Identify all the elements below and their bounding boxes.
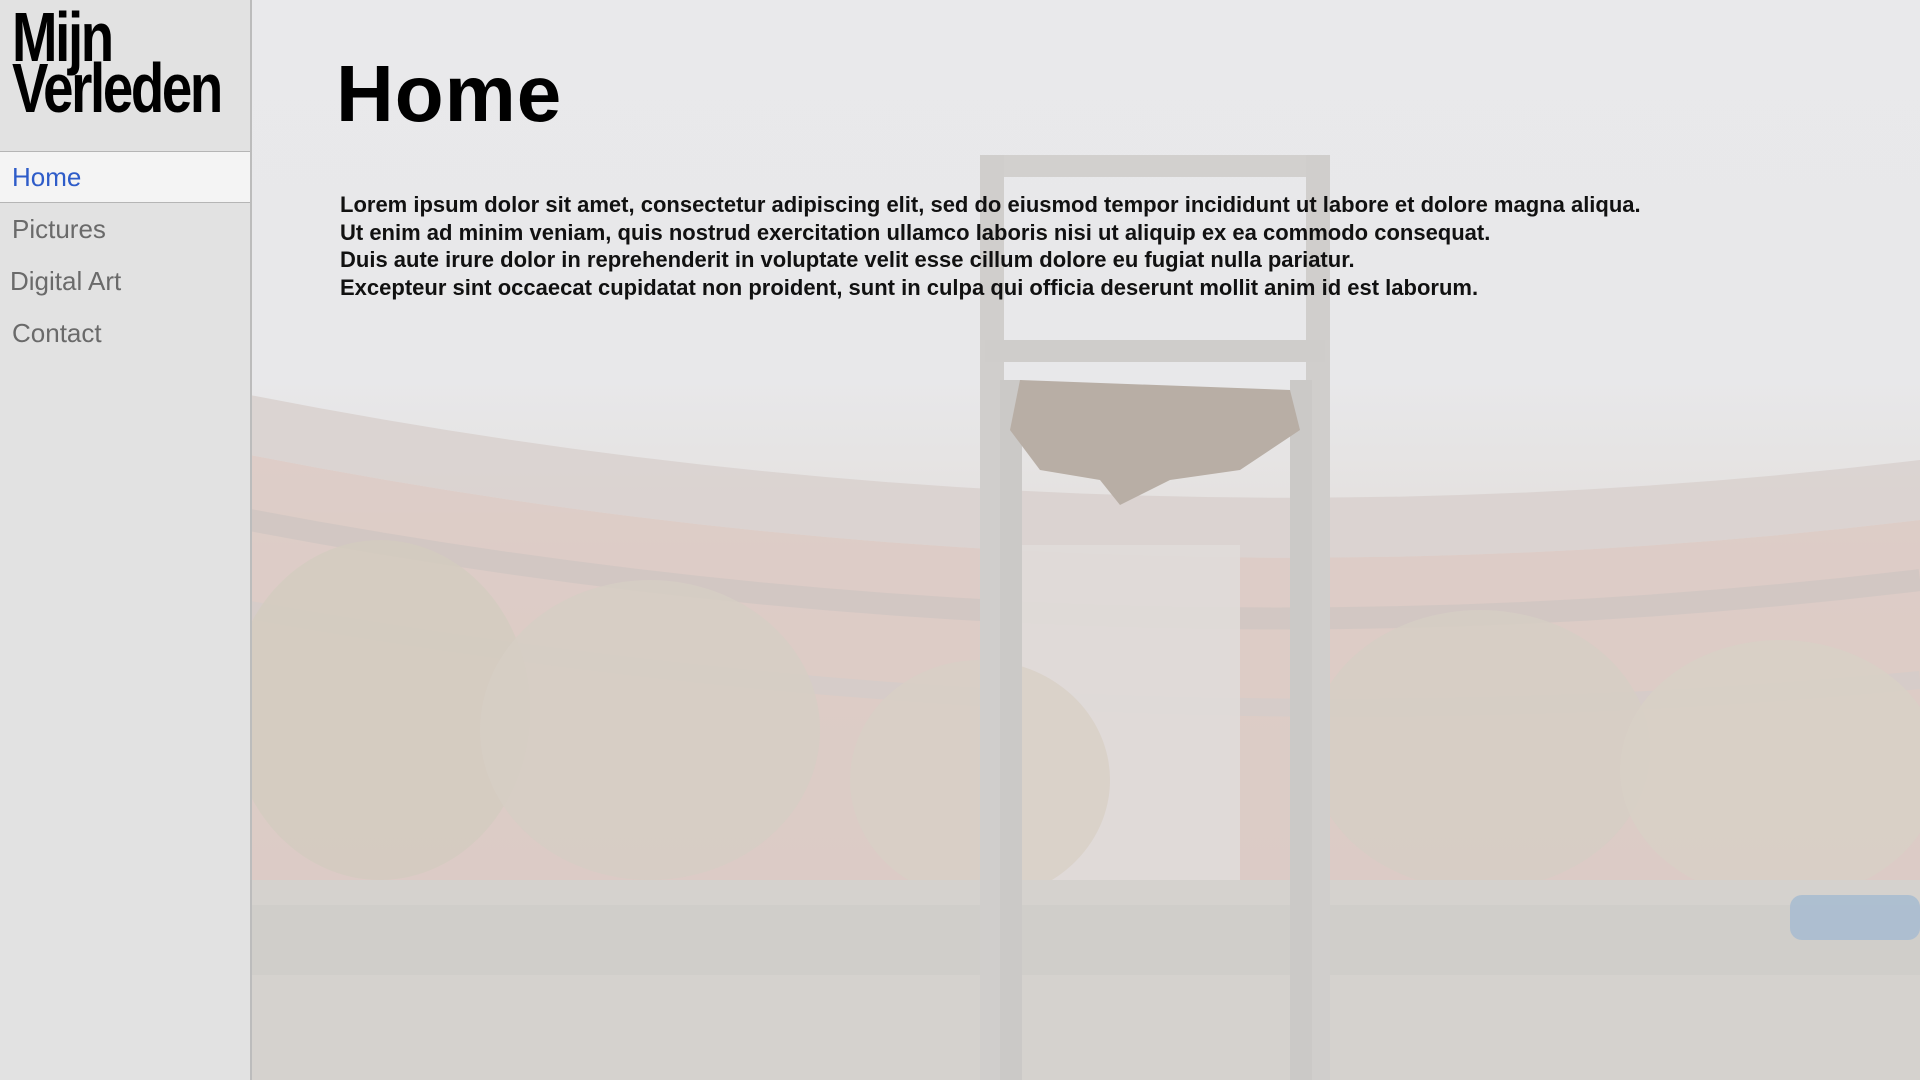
- intro-paragraph-2: Ut enim ad minim veniam, quis nostrud ex…: [340, 219, 1491, 245]
- main-nav: Home Pictures Digital Art Contact: [0, 152, 250, 359]
- main-content: Home Lorem ipsum dolor sit amet, consect…: [252, 0, 1920, 1080]
- nav-item-pictures[interactable]: Pictures: [0, 203, 250, 255]
- intro-text: Lorem ipsum dolor sit amet, consectetur …: [340, 191, 1880, 301]
- page-title: Home: [336, 49, 563, 138]
- intro-paragraph-3: Duis aute irure dolor in reprehenderit i…: [340, 247, 1355, 272]
- nav-item-contact[interactable]: Contact: [0, 307, 250, 359]
- nav-item-digital-art[interactable]: Digital Art: [0, 255, 250, 307]
- sidebar: Mijn Verleden Home Pictures Digital Art …: [0, 0, 252, 1080]
- nav-item-home[interactable]: Home: [0, 152, 250, 203]
- logo-line-2: Verleden: [12, 48, 223, 127]
- site-logo[interactable]: Mijn Verleden: [12, 2, 242, 127]
- intro-paragraph-4: Excepteur sint occaecat cupidatat non pr…: [340, 274, 1479, 300]
- intro-paragraph-1: Lorem ipsum dolor sit amet, consectetur …: [340, 192, 1641, 217]
